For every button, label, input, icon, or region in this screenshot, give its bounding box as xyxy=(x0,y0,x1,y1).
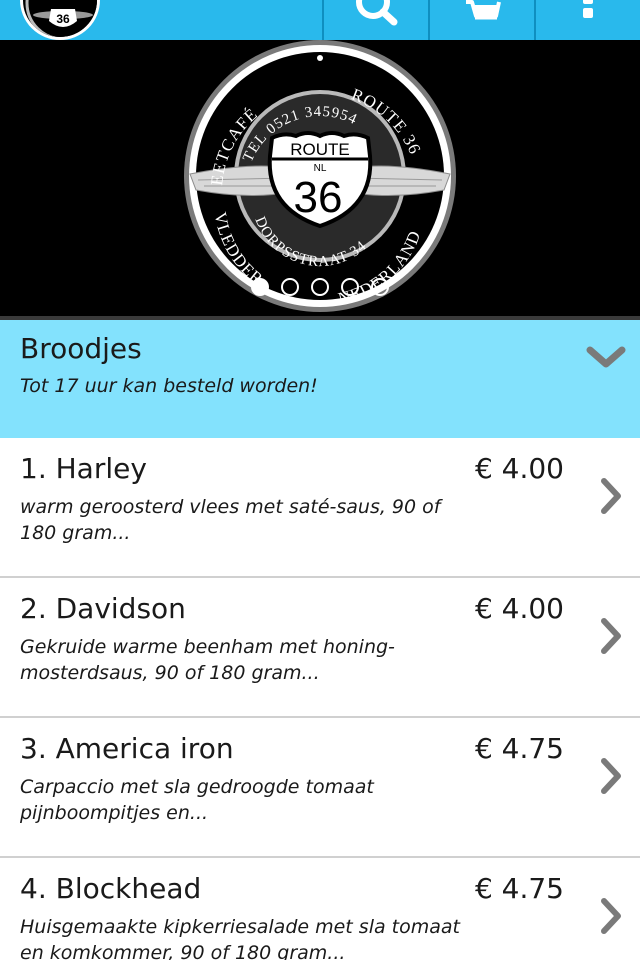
carousel-dot-3[interactable] xyxy=(311,278,329,296)
carousel-dot-2[interactable] xyxy=(281,278,299,296)
app-logo[interactable]: 36 xyxy=(20,0,100,40)
category-subtitle: Tot 17 uur kan besteld worden! xyxy=(20,375,318,397)
item-price: € 4.75 xyxy=(474,732,564,765)
item-price: € 4.00 xyxy=(474,592,564,625)
search-icon xyxy=(356,0,398,26)
svg-text:36: 36 xyxy=(56,12,70,26)
item-price: € 4.00 xyxy=(474,452,564,485)
cart-button[interactable] xyxy=(428,0,534,40)
more-menu-button[interactable] xyxy=(534,0,640,40)
item-description: Carpaccio met sla gedroogde tomaat pijnb… xyxy=(20,776,374,824)
item-name: 3. America iron xyxy=(20,732,234,765)
shield-top-text: ROUTE xyxy=(290,140,350,159)
top-bar: 36 xyxy=(0,0,640,40)
search-button[interactable] xyxy=(322,0,428,40)
menu-item[interactable]: 2. Davidson € 4.00 Gekruide warme beenha… xyxy=(0,578,640,718)
chevron-right-icon[interactable] xyxy=(598,616,624,656)
item-description: Gekruide warme beenham met honing-moster… xyxy=(20,636,395,684)
item-description: warm geroosterd vlees met saté-saus, 90 … xyxy=(20,496,441,544)
route36-badge: ROUTE NL 36 EETCAFÉ ROUTE 36 TEL 0521 34… xyxy=(184,40,456,312)
item-name: 4. Blockhead xyxy=(20,872,202,905)
carousel-dot-1[interactable] xyxy=(251,278,269,296)
hero-carousel[interactable]: ROUTE NL 36 EETCAFÉ ROUTE 36 TEL 0521 34… xyxy=(0,40,640,316)
more-icon xyxy=(583,0,593,18)
cart-icon xyxy=(466,0,501,20)
category-header-broodjes[interactable]: Broodjes Tot 17 uur kan besteld worden! xyxy=(0,320,640,438)
menu-item[interactable]: 4. Blockhead € 4.75 Huisgemaakte kipkerr… xyxy=(0,858,640,960)
carousel-dot-5[interactable] xyxy=(371,278,389,296)
carousel-dot-4[interactable] xyxy=(341,278,359,296)
item-name: 2. Davidson xyxy=(20,592,186,625)
chevron-down-icon[interactable] xyxy=(586,344,626,370)
carousel-indicator xyxy=(0,278,640,302)
menu-item-list: 1. Harley € 4.00 warm geroosterd vlees m… xyxy=(0,438,640,960)
menu-item[interactable]: 3. America iron € 4.75 Carpaccio met sla… xyxy=(0,718,640,858)
chevron-right-icon[interactable] xyxy=(598,756,624,796)
shield-number-text: 36 xyxy=(294,173,343,222)
chevron-right-icon[interactable] xyxy=(598,896,624,936)
chevron-right-icon[interactable] xyxy=(598,476,624,516)
item-description: Huisgemaakte kipkerriesalade met sla tom… xyxy=(20,916,460,960)
category-title: Broodjes xyxy=(20,332,142,365)
item-price: € 4.75 xyxy=(474,872,564,905)
item-name: 1. Harley xyxy=(20,452,147,485)
menu-item[interactable]: 1. Harley € 4.00 warm geroosterd vlees m… xyxy=(0,438,640,578)
logo-badge: 36 xyxy=(25,0,97,37)
